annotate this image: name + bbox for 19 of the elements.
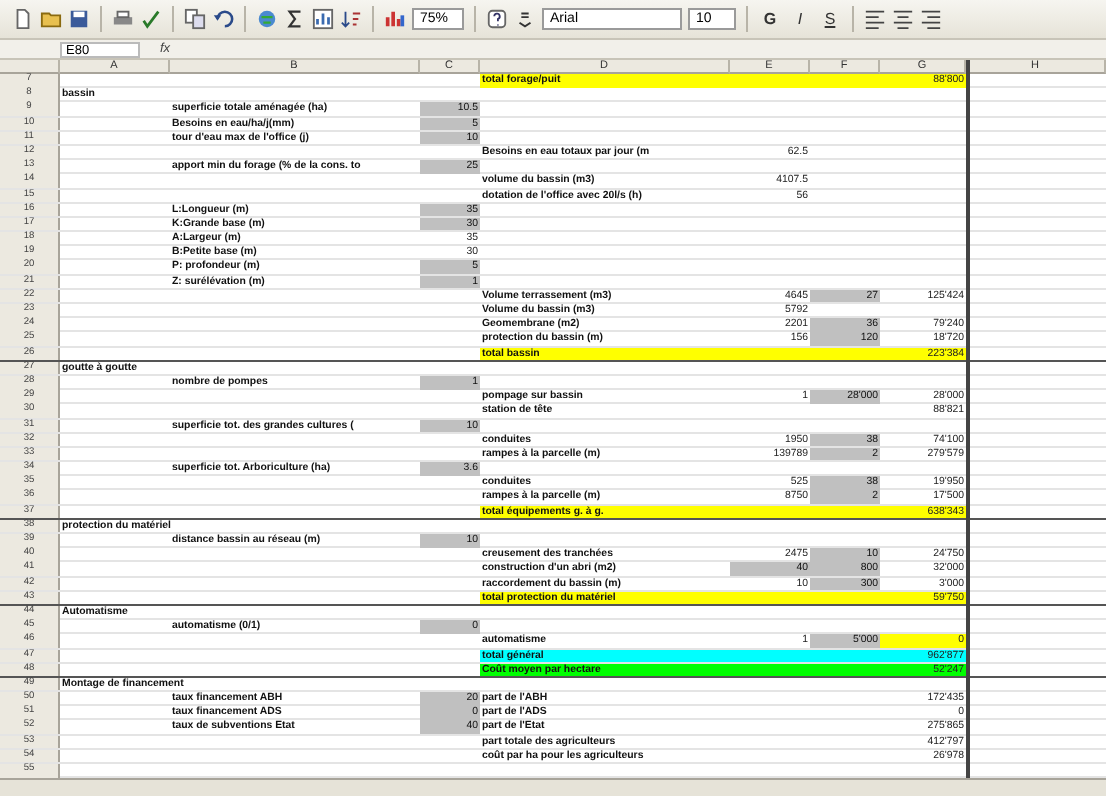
spellcheck-icon[interactable]: [140, 8, 162, 30]
format-button[interactable]: I: [788, 7, 812, 31]
print-icon[interactable]: [112, 8, 134, 30]
save-icon[interactable]: [68, 8, 90, 30]
align-right-icon[interactable]: [920, 8, 942, 30]
format-button[interactable]: S: [818, 7, 842, 31]
align-left-icon[interactable]: [864, 8, 886, 30]
help-icon[interactable]: [486, 8, 508, 30]
sort-icon[interactable]: [340, 8, 362, 30]
align-center-icon[interactable]: [892, 8, 914, 30]
chart-icon[interactable]: [312, 8, 334, 30]
new-document-icon[interactable]: [12, 8, 34, 30]
undo-icon[interactable]: [212, 8, 234, 30]
sum-icon[interactable]: [284, 8, 306, 30]
bar-chart-icon[interactable]: [384, 8, 406, 30]
toolbar-options-icon[interactable]: [514, 8, 536, 30]
copy-icon[interactable]: [184, 8, 206, 30]
format-button[interactable]: G: [758, 7, 782, 31]
folder-icon[interactable]: [40, 8, 62, 30]
